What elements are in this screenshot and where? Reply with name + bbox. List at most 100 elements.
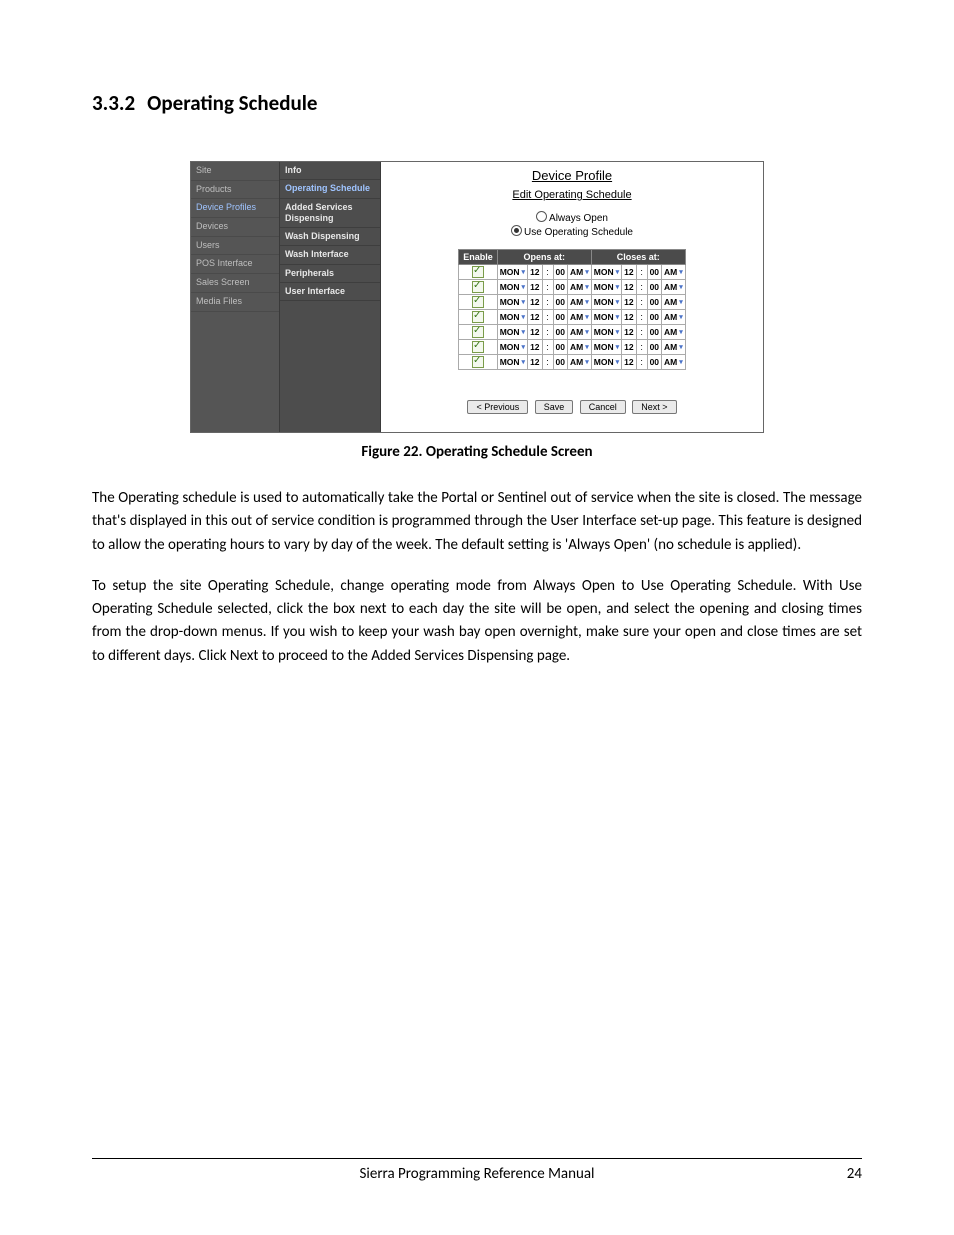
nav-item[interactable]: Users xyxy=(191,237,279,256)
enable-cell[interactable] xyxy=(459,310,498,325)
subnav-item[interactable]: Info xyxy=(280,162,380,180)
close-day[interactable]: MON ▾ xyxy=(591,265,621,280)
dropdown[interactable]: AM ▾ xyxy=(570,342,589,352)
close-day[interactable]: MON ▾ xyxy=(591,310,621,325)
close-ampm[interactable]: AM ▾ xyxy=(662,310,686,325)
dropdown[interactable]: AM ▾ xyxy=(570,267,589,277)
dropdown[interactable]: AM ▾ xyxy=(664,327,683,337)
open-min[interactable]: 00 xyxy=(553,310,567,325)
dropdown[interactable]: MON ▾ xyxy=(594,282,619,292)
close-ampm[interactable]: AM ▾ xyxy=(662,355,686,370)
open-hour[interactable]: 12 xyxy=(528,325,542,340)
dropdown[interactable]: MON ▾ xyxy=(594,312,619,322)
close-min[interactable]: 00 xyxy=(647,265,661,280)
dropdown[interactable]: MON ▾ xyxy=(500,357,525,367)
dropdown[interactable]: MON ▾ xyxy=(594,357,619,367)
open-hour[interactable]: 12 xyxy=(528,295,542,310)
radio-always-open[interactable]: Always Open xyxy=(536,211,608,225)
close-day[interactable]: MON ▾ xyxy=(591,355,621,370)
enable-cell[interactable] xyxy=(459,280,498,295)
dropdown[interactable]: AM ▾ xyxy=(664,297,683,307)
open-min[interactable]: 00 xyxy=(553,265,567,280)
open-ampm[interactable]: AM ▾ xyxy=(568,355,592,370)
close-hour[interactable]: 12 xyxy=(622,295,636,310)
subnav-item[interactable]: Added Services Dispensing xyxy=(280,199,380,229)
subnav-item[interactable]: Wash Interface xyxy=(280,246,380,264)
close-hour[interactable]: 12 xyxy=(622,355,636,370)
close-min[interactable]: 00 xyxy=(647,295,661,310)
close-hour[interactable]: 12 xyxy=(622,340,636,355)
open-hour[interactable]: 12 xyxy=(528,280,542,295)
open-min[interactable]: 00 xyxy=(553,340,567,355)
open-min[interactable]: 00 xyxy=(553,280,567,295)
open-ampm[interactable]: AM ▾ xyxy=(568,310,592,325)
previous-button[interactable]: < Previous xyxy=(467,400,528,414)
subnav-item[interactable]: Peripherals xyxy=(280,265,380,283)
nav-item[interactable]: Site xyxy=(191,162,279,181)
cancel-button[interactable]: Cancel xyxy=(580,400,626,414)
dropdown[interactable]: AM ▾ xyxy=(664,342,683,352)
open-hour[interactable]: 12 xyxy=(528,310,542,325)
nav-item[interactable]: Sales Screen xyxy=(191,274,279,293)
close-day[interactable]: MON ▾ xyxy=(591,280,621,295)
open-day[interactable]: MON ▾ xyxy=(497,265,527,280)
dropdown[interactable]: AM ▾ xyxy=(664,312,683,322)
open-ampm[interactable]: AM ▾ xyxy=(568,340,592,355)
dropdown[interactable]: AM ▾ xyxy=(664,282,683,292)
subnav-item[interactable]: User Interface xyxy=(280,283,380,301)
dropdown[interactable]: MON ▾ xyxy=(594,327,619,337)
dropdown[interactable]: AM ▾ xyxy=(664,267,683,277)
close-min[interactable]: 00 xyxy=(647,340,661,355)
close-hour[interactable]: 12 xyxy=(622,325,636,340)
open-ampm[interactable]: AM ▾ xyxy=(568,265,592,280)
close-hour[interactable]: 12 xyxy=(622,280,636,295)
dropdown[interactable]: AM ▾ xyxy=(664,357,683,367)
enable-cell[interactable] xyxy=(459,265,498,280)
close-min[interactable]: 00 xyxy=(647,325,661,340)
nav-item[interactable]: POS Interface xyxy=(191,255,279,274)
close-ampm[interactable]: AM ▾ xyxy=(662,265,686,280)
open-ampm[interactable]: AM ▾ xyxy=(568,325,592,340)
open-day[interactable]: MON ▾ xyxy=(497,295,527,310)
enable-cell[interactable] xyxy=(459,355,498,370)
enable-cell[interactable] xyxy=(459,295,498,310)
close-hour[interactable]: 12 xyxy=(622,310,636,325)
nav-item[interactable]: Products xyxy=(191,181,279,200)
enable-cell[interactable] xyxy=(459,340,498,355)
close-hour[interactable]: 12 xyxy=(622,265,636,280)
close-min[interactable]: 00 xyxy=(647,280,661,295)
open-day[interactable]: MON ▾ xyxy=(497,325,527,340)
dropdown[interactable]: MON ▾ xyxy=(500,312,525,322)
close-ampm[interactable]: AM ▾ xyxy=(662,325,686,340)
subnav-item[interactable]: Operating Schedule xyxy=(280,180,380,198)
dropdown[interactable]: MON ▾ xyxy=(594,297,619,307)
close-ampm[interactable]: AM ▾ xyxy=(662,295,686,310)
next-button[interactable]: Next > xyxy=(632,400,676,414)
open-day[interactable]: MON ▾ xyxy=(497,355,527,370)
dropdown[interactable]: MON ▾ xyxy=(594,267,619,277)
dropdown[interactable]: AM ▾ xyxy=(570,357,589,367)
open-ampm[interactable]: AM ▾ xyxy=(568,295,592,310)
enable-cell[interactable] xyxy=(459,325,498,340)
open-day[interactable]: MON ▾ xyxy=(497,340,527,355)
open-hour[interactable]: 12 xyxy=(528,340,542,355)
open-min[interactable]: 00 xyxy=(553,295,567,310)
close-day[interactable]: MON ▾ xyxy=(591,295,621,310)
open-min[interactable]: 00 xyxy=(553,325,567,340)
open-day[interactable]: MON ▾ xyxy=(497,280,527,295)
open-ampm[interactable]: AM ▾ xyxy=(568,280,592,295)
nav-item[interactable]: Devices xyxy=(191,218,279,237)
dropdown[interactable]: MON ▾ xyxy=(500,297,525,307)
radio-use-schedule[interactable]: Use Operating Schedule xyxy=(511,225,633,239)
save-button[interactable]: Save xyxy=(535,400,574,414)
close-day[interactable]: MON ▾ xyxy=(591,340,621,355)
open-hour[interactable]: 12 xyxy=(528,265,542,280)
dropdown[interactable]: MON ▾ xyxy=(500,282,525,292)
dropdown[interactable]: MON ▾ xyxy=(500,267,525,277)
close-min[interactable]: 00 xyxy=(647,310,661,325)
open-day[interactable]: MON ▾ xyxy=(497,310,527,325)
close-min[interactable]: 00 xyxy=(647,355,661,370)
close-ampm[interactable]: AM ▾ xyxy=(662,280,686,295)
dropdown[interactable]: AM ▾ xyxy=(570,312,589,322)
open-hour[interactable]: 12 xyxy=(528,355,542,370)
